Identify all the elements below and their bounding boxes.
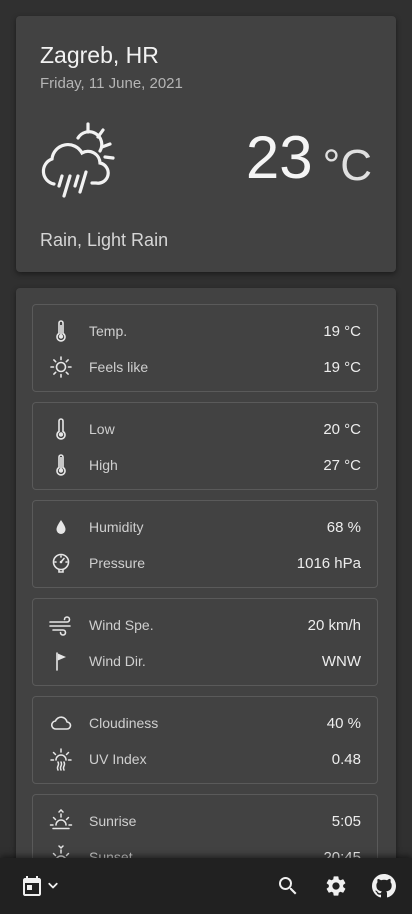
calendar-icon <box>20 874 44 898</box>
detail-row-uv-index: UV Index 0.48 <box>33 741 377 777</box>
detail-label: Cloudiness <box>89 715 159 731</box>
details-group-wind: Wind Spe. 20 km/h Wind Dir. WNW <box>32 598 378 686</box>
detail-row-sunrise: Sunrise 5:05 <box>33 803 377 839</box>
sunrise-icon <box>49 809 73 833</box>
detail-row-wind-direction: Wind Dir. WNW <box>33 643 377 679</box>
settings-button[interactable] <box>324 874 348 898</box>
date-menu-button[interactable] <box>20 874 64 898</box>
detail-value: 19 °C <box>323 358 361 376</box>
weather-details-card: Temp. 19 °C Feels like 19 °C Low 20 °C H… <box>16 288 396 888</box>
sun-icon <box>49 355 73 379</box>
detail-value: 19 °C <box>323 322 361 340</box>
thermometer-high-icon <box>49 453 73 477</box>
uv-icon <box>49 747 73 771</box>
detail-value: 5:05 <box>331 812 361 830</box>
flag-icon <box>49 649 73 673</box>
temperature-value: 23 <box>245 124 313 191</box>
current-weather-card: Zagreb, HR Friday, 11 June, 2021 23 °C R… <box>16 16 396 272</box>
gear-icon <box>324 874 348 898</box>
thermometer-low-icon <box>49 417 73 441</box>
detail-row-low: Low 20 °C <box>33 411 377 447</box>
weather-condition: Rain, Light Rain <box>40 230 169 250</box>
detail-row-high: High 27 °C <box>33 447 377 483</box>
detail-label: UV Index <box>89 751 147 767</box>
city-name: Zagreb, HR <box>40 42 159 68</box>
detail-label: Pressure <box>89 555 146 571</box>
detail-value: 20 km/h <box>307 616 361 634</box>
chevron-down-icon <box>44 877 62 895</box>
detail-row-wind-speed: Wind Spe. 20 km/h <box>33 607 377 643</box>
droplet-icon <box>49 515 73 539</box>
bottom-app-bar <box>0 858 412 914</box>
search-icon <box>276 874 300 898</box>
detail-row-feels-like: Feels like 19 °C <box>33 349 377 385</box>
github-button[interactable] <box>372 874 396 898</box>
detail-row-temp: Temp. 19 °C <box>33 313 377 349</box>
detail-label: Feels like <box>89 359 149 375</box>
cloud-icon <box>49 711 73 735</box>
detail-value: 0.48 <box>331 750 361 768</box>
rain-sun-icon <box>38 120 120 200</box>
github-icon <box>372 874 396 898</box>
current-date: Friday, 11 June, 2021 <box>40 75 183 92</box>
detail-value: 20 °C <box>323 420 361 438</box>
detail-value: 27 °C <box>323 456 361 474</box>
detail-label: Wind Dir. <box>89 653 146 669</box>
detail-label: Humidity <box>89 519 144 535</box>
detail-label: Wind Spe. <box>89 617 154 633</box>
detail-row-pressure: Pressure 1016 hPa <box>33 545 377 581</box>
current-temperature: 23 °C <box>246 128 372 188</box>
temperature-unit: °C <box>322 141 372 190</box>
details-group-atmosphere: Humidity 68 % Pressure 1016 hPa <box>32 500 378 588</box>
detail-label: Sunrise <box>89 813 137 829</box>
thermometer-icon <box>49 319 73 343</box>
detail-label: Low <box>89 421 115 437</box>
detail-label: Temp. <box>89 323 128 339</box>
detail-value: 68 % <box>326 518 361 536</box>
search-button[interactable] <box>276 874 300 898</box>
detail-row-humidity: Humidity 68 % <box>33 509 377 545</box>
gauge-icon <box>49 551 73 575</box>
detail-label: High <box>89 457 118 473</box>
details-group-range: Low 20 °C High 27 °C <box>32 402 378 490</box>
wind-icon <box>49 613 73 637</box>
details-group-sky: Cloudiness 40 % UV Index 0.48 <box>32 696 378 784</box>
detail-value: 1016 hPa <box>296 554 361 572</box>
details-group-temperature: Temp. 19 °C Feels like 19 °C <box>32 304 378 392</box>
detail-value: 40 % <box>326 714 361 732</box>
detail-value: WNW <box>321 652 361 670</box>
detail-row-cloudiness: Cloudiness 40 % <box>33 705 377 741</box>
